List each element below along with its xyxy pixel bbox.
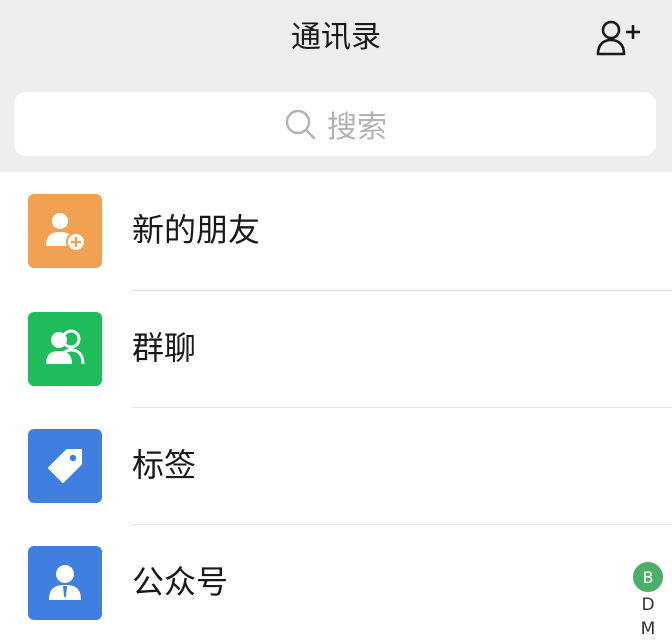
- row-label: 群聊: [132, 329, 197, 367]
- index-letter[interactable]: M: [641, 618, 656, 640]
- alphabet-index[interactable]: B D M: [632, 562, 664, 640]
- group-chat-icon: [28, 312, 102, 386]
- row-new-friends[interactable]: 新的朋友: [0, 172, 672, 290]
- search-placeholder: 搜索: [327, 110, 387, 145]
- search-bar[interactable]: 搜索: [14, 92, 656, 156]
- add-contact-icon[interactable]: [594, 18, 642, 58]
- tag-icon: [28, 429, 102, 503]
- official-account-icon: [28, 546, 102, 620]
- row-label: 公众号: [132, 563, 229, 601]
- row-tags[interactable]: 标签: [0, 407, 672, 525]
- search-icon: [285, 109, 316, 140]
- row-label: 标签: [132, 446, 197, 484]
- row-official-accounts[interactable]: 公众号: [0, 524, 672, 642]
- top-header: 通讯录 搜索: [0, 0, 672, 172]
- index-letter-active[interactable]: B: [633, 562, 663, 592]
- new-friend-icon: [28, 194, 102, 268]
- row-group-chats[interactable]: 群聊: [0, 290, 672, 408]
- row-label: 新的朋友: [132, 211, 261, 249]
- index-letter[interactable]: D: [641, 594, 654, 616]
- page-title: 通讯录: [291, 20, 381, 55]
